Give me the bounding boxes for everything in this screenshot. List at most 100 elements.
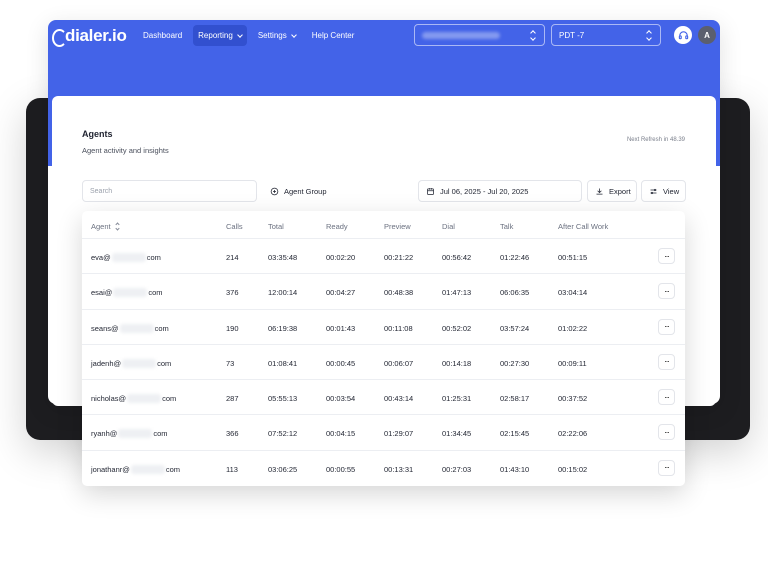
dial-value: 01:47:13 [442,288,472,298]
download-icon [596,188,603,194]
more-icon[interactable]: ... [658,248,675,264]
talk-value: 01:22:46 [500,253,530,262]
updown-icon [531,31,536,40]
agent-email-prefix: jadenh@ [91,358,122,368]
agent-group-button[interactable]: Agent Group [262,180,335,202]
ready-value: 00:00:45 [326,358,356,368]
talk-value: 00:27:30 [500,358,530,368]
table-row[interactable]: nicholas@ com 287 05:55:13 00:03:54 00:43… [82,380,685,416]
more-icon[interactable]: ... [658,424,675,441]
nav-settings-label: Settings [257,31,287,40]
column-header-preview: Preview [384,222,411,231]
agent-email-prefix: eva@ [91,253,111,262]
agent-email: jonathanr@ com [91,464,180,474]
preview-value: 00:48:38 [384,288,414,298]
view-button[interactable]: View [641,180,686,202]
preview-value: 00:13:31 [384,464,414,474]
nav-reporting-label: Reporting [198,31,233,40]
view-label: View [663,186,680,196]
total-value: 05:55:13 [268,394,298,404]
nav-help-center[interactable]: Help Center [307,25,360,46]
next-refresh-timer: Next Refresh in 48.39 [626,137,685,143]
dial-value: 00:52:02 [442,323,472,333]
calls-value: 113 [226,464,238,474]
calls-value: 190 [226,323,239,333]
dial-value: 01:34:45 [442,429,472,439]
headset-icon[interactable] [674,26,692,44]
more-icon[interactable]: ... [658,283,675,300]
table-row[interactable]: ryanh@ com 366 07:52:12 00:04:15 01:29:07… [82,415,685,451]
after-call-work-value: 00:09:11 [558,358,587,368]
agent-email-prefix: esai@ [91,288,113,298]
total-value: 07:52:12 [268,429,298,439]
page-title: Agents [82,129,113,139]
table-row[interactable]: jonathanr@ com 113 03:06:25 00:00:55 00:1… [82,451,685,486]
logo-mark-icon [52,27,67,47]
calls-value: 376 [226,288,239,298]
search-input[interactable]: Search [82,180,257,202]
date-range-label: Jul 06, 2025 - Jul 20, 2025 [440,186,529,196]
table-row[interactable]: eva@ com 214 03:35:48 00:02:20 00:21:22 0… [82,239,685,275]
agent-email: nicholas@ com [91,394,176,404]
timezone-select[interactable]: PDT -7 [551,24,661,46]
app-logo[interactable]: dialer.io [52,24,127,48]
preview-value: 00:11:08 [384,323,413,333]
column-header-talk: Talk [500,222,514,231]
dial-value: 01:25:31 [442,394,472,404]
column-header-dial: Dial [442,222,455,231]
export-button[interactable]: Export [587,180,637,202]
agent-email-prefix: ryanh@ [91,429,118,439]
main-nav: Dashboard Reporting Settings Help Center [138,25,359,46]
agent-email-prefix: nicholas@ [91,394,127,404]
agent-group-label: Agent Group [284,186,327,196]
preview-value: 00:43:14 [384,394,414,404]
total-value: 01:08:41 [268,358,298,368]
agent-email: seans@ com [91,323,169,333]
column-header-after-call-work: After Call Work [558,222,609,231]
agent-email-suffix: com [154,323,169,333]
agent-email-suffix: com [153,429,168,439]
agents-table: Agent Calls Total Ready Preview Dial Tal… [82,211,685,486]
after-call-work-value: 00:15:02 [558,464,588,474]
agent-email: eva@ com [91,253,161,262]
chevron-down-icon [290,31,297,38]
redacted-domain [122,358,157,368]
preview-value: 00:06:07 [384,358,414,368]
dial-value: 00:27:03 [442,464,472,474]
agent-email-suffix: com [148,288,163,298]
column-header-agent[interactable]: Agent [91,222,120,231]
talk-value: 01:43:10 [500,464,530,474]
redacted-domain [119,323,154,333]
ready-value: 00:02:20 [326,253,356,262]
redacted-domain [111,253,146,262]
calls-value: 366 [226,429,239,439]
more-icon[interactable]: ... [658,389,675,406]
more-icon[interactable]: ... [658,459,675,476]
column-header-ready: Ready [326,222,348,231]
calls-value: 73 [226,358,235,368]
total-value: 03:35:48 [268,253,298,262]
ready-value: 00:00:55 [326,464,356,474]
sort-icon[interactable] [115,223,120,230]
talk-value: 02:58:17 [500,394,530,404]
more-icon[interactable]: ... [658,318,675,335]
company-name-redacted [422,31,500,39]
ready-value: 00:01:43 [326,323,356,333]
calendar-icon [427,187,434,195]
agent-email-prefix: jonathanr@ [91,464,130,474]
table-row[interactable]: jadenh@ com 73 01:08:41 00:00:45 00:06:07… [82,345,685,381]
after-call-work-value: 00:37:52 [558,394,588,404]
nav-settings[interactable]: Settings [253,25,301,46]
ready-value: 00:04:27 [326,288,356,298]
page-subtitle: Agent activity and insights [82,146,169,155]
more-icon[interactable]: ... [658,353,675,370]
user-avatar[interactable]: A [698,26,716,44]
nav-dashboard[interactable]: Dashboard [138,25,187,46]
table-row[interactable]: seans@ com 190 06:19:38 00:01:43 00:11:08… [82,310,685,345]
date-range-picker[interactable]: Jul 06, 2025 - Jul 20, 2025 [418,180,582,202]
table-row[interactable]: esai@ com 376 12:00:14 00:04:27 00:48:38 … [82,274,685,310]
company-select[interactable] [414,24,545,46]
after-call-work-value: 00:51:15 [558,253,588,262]
nav-reporting[interactable]: Reporting [193,25,247,46]
chevron-down-icon [236,31,243,38]
